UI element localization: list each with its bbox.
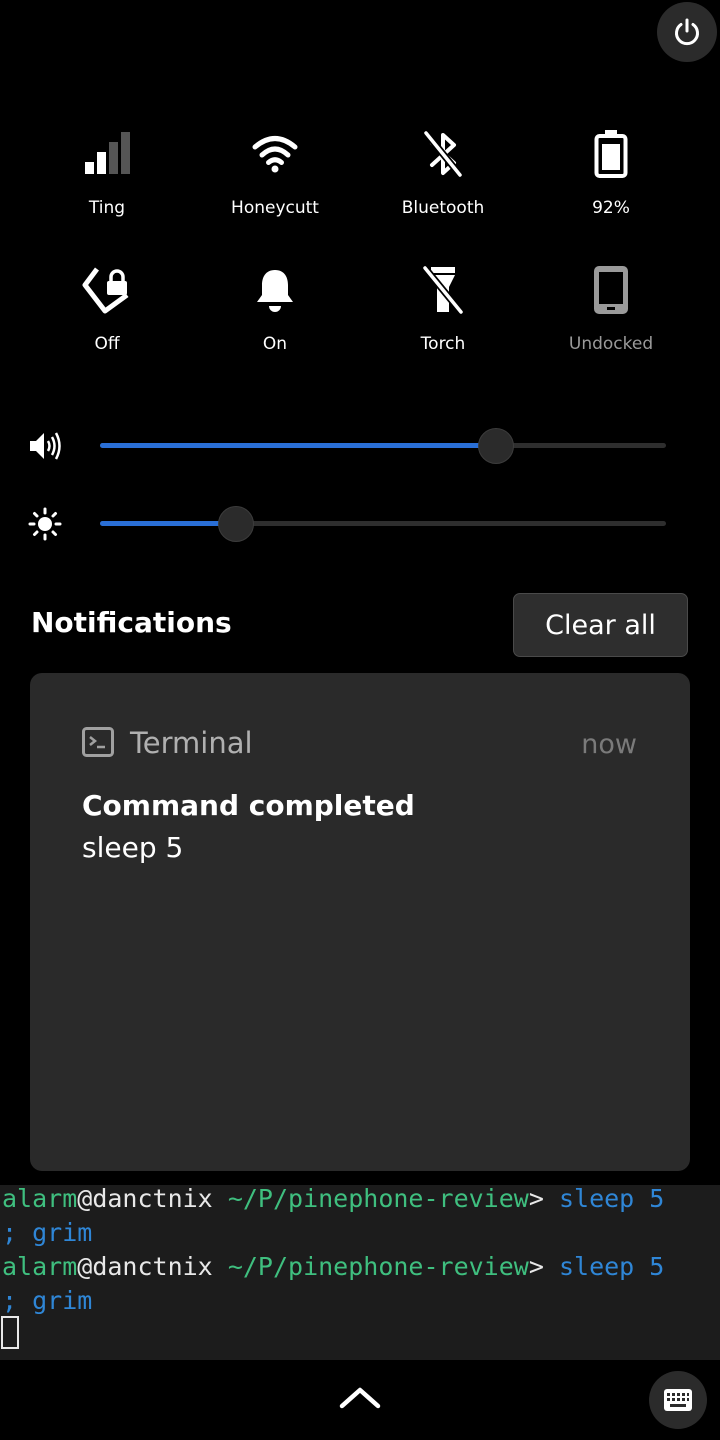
- prompt-at: @: [77, 1252, 93, 1281]
- volume-high-icon: [30, 432, 61, 460]
- notification-body: sleep 5: [82, 831, 184, 864]
- quick-setting-torch[interactable]: Torch: [359, 256, 527, 392]
- power-icon: [675, 18, 699, 46]
- quick-setting-docked[interactable]: Undocked: [527, 256, 695, 392]
- terminal-icon: [82, 727, 114, 757]
- wifi-icon: [247, 126, 303, 182]
- terminal-command: sleep 5: [558, 1185, 665, 1213]
- terminal-window[interactable]: alarm@danctnix ~/P/pinephone-review> sle…: [0, 1185, 720, 1360]
- brightness-slider[interactable]: [100, 506, 666, 542]
- quick-setting-bluetooth[interactable]: Bluetooth: [359, 120, 527, 256]
- prompt-user: alarm: [2, 1185, 78, 1213]
- brightness-slider-row: [28, 503, 668, 543]
- notifications-heading: Notifications: [31, 606, 232, 639]
- quick-setting-label: 92%: [592, 198, 630, 218]
- volume-slider[interactable]: [100, 428, 666, 464]
- quick-setting-label: On: [262, 334, 288, 354]
- prompt-user: alarm: [2, 1252, 78, 1281]
- quick-setting-label: Bluetooth: [401, 198, 485, 218]
- volume-slider-fill: [100, 443, 497, 448]
- quick-setting-label: Undocked: [568, 334, 654, 354]
- quick-setting-label: Honeycutt: [231, 198, 319, 218]
- volume-slider-handle[interactable]: [478, 428, 515, 464]
- brightness-slider-handle[interactable]: [217, 506, 254, 542]
- keyboard-toggle-button[interactable]: [649, 1371, 707, 1429]
- terminal-line: alarm@danctnix ~/P/pinephone-review> sle…: [2, 1185, 664, 1216]
- prompt-at: @: [77, 1185, 93, 1213]
- quick-setting-wifi[interactable]: Honeycutt: [191, 120, 359, 256]
- terminal-cursor: [1, 1316, 19, 1349]
- terminal-command: sleep 5: [558, 1252, 665, 1281]
- prompt-path: ~/P/pinephone-review: [227, 1185, 529, 1213]
- clear-all-button[interactable]: Clear all: [513, 593, 688, 657]
- rotation-lock-icon: [79, 262, 135, 318]
- volume-slider-row: [28, 425, 668, 465]
- notification-time: now: [581, 729, 637, 760]
- torch-off-icon: [415, 262, 471, 318]
- quick-setting-battery[interactable]: 92%: [527, 120, 695, 256]
- keyboard-icon: [664, 1389, 692, 1411]
- battery-icon: [583, 126, 639, 182]
- quick-setting-label: Off: [94, 334, 120, 354]
- power-button[interactable]: [657, 2, 717, 62]
- terminal-line: ; grim: [2, 1216, 92, 1250]
- cellular-signal-icon: [79, 126, 135, 182]
- prompt-symbol: >: [528, 1252, 544, 1281]
- terminal-line: ; grim: [2, 1284, 92, 1318]
- notification-summary: Command completed: [82, 789, 415, 822]
- quick-setting-notifications[interactable]: On: [191, 256, 359, 392]
- chevron-up-icon[interactable]: [338, 1384, 382, 1410]
- prompt-symbol: >: [528, 1185, 544, 1213]
- bottom-bar: [0, 1360, 720, 1440]
- quick-setting-rotation-lock[interactable]: Off: [23, 256, 191, 392]
- terminal-line: alarm@danctnix ~/P/pinephone-review> sle…: [2, 1250, 664, 1284]
- quick-settings-grid: Ting Honeycutt Bluetooth 92% Off On Torc…: [23, 120, 695, 392]
- terminal-command-continued: ; grim: [2, 1218, 93, 1247]
- notification-app-name: Terminal: [130, 726, 253, 760]
- quick-setting-label: Ting: [88, 198, 126, 218]
- notification-card[interactable]: Terminal now Command completed sleep 5: [30, 673, 690, 1171]
- prompt-host: danctnix: [92, 1252, 213, 1281]
- prompt-host: danctnix: [92, 1185, 213, 1213]
- terminal-command-continued: ; grim: [2, 1286, 93, 1315]
- brightness-icon: [28, 507, 62, 541]
- brightness-slider-fill: [100, 521, 236, 526]
- prompt-path: ~/P/pinephone-review: [227, 1252, 529, 1281]
- phone-docked-icon: [583, 262, 639, 318]
- quick-setting-cellular[interactable]: Ting: [23, 120, 191, 256]
- bluetooth-disabled-icon: [415, 126, 471, 182]
- notifications-bell-icon: [247, 262, 303, 318]
- quick-setting-label: Torch: [420, 334, 466, 354]
